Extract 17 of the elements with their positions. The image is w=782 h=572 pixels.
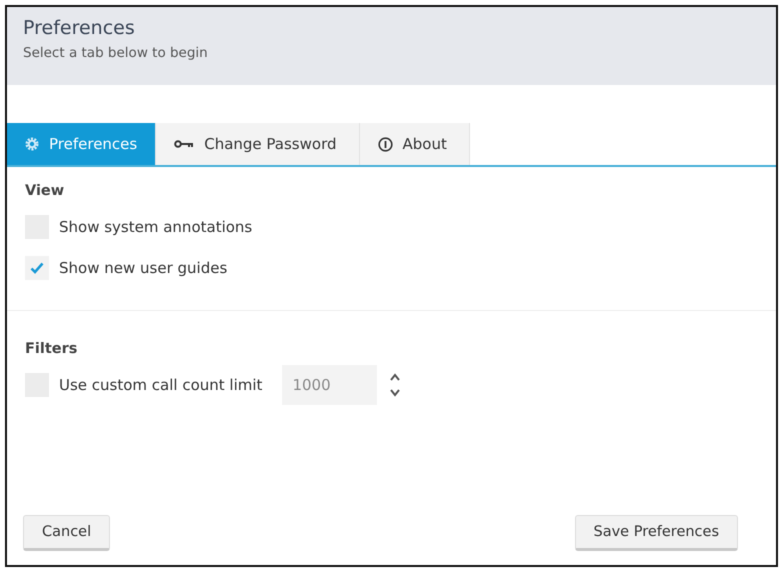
section-heading: Filters: [25, 341, 78, 357]
checkbox[interactable]: [25, 256, 49, 280]
tab[interactable]: Change Password: [156, 123, 360, 165]
section-heading: View: [25, 183, 66, 199]
dialog-title: Preferences: [23, 17, 136, 39]
info-icon: [378, 136, 392, 152]
check-icon: [30, 262, 44, 274]
option-label: Show system annotations: [59, 218, 252, 236]
key-icon: [174, 139, 194, 149]
dialog-subtitle: Select a tab below to begin: [23, 45, 209, 61]
option-label: Show new user guides: [59, 259, 228, 277]
cancel-button[interactable]: Cancel: [23, 515, 110, 551]
gear-icon: [25, 137, 39, 151]
tab[interactable]: About: [360, 123, 470, 165]
save-button[interactable]: Save Preferences: [574, 515, 738, 551]
option-label: Use custom call count limit: [59, 376, 262, 394]
spinner-icon[interactable]: [389, 372, 402, 398]
